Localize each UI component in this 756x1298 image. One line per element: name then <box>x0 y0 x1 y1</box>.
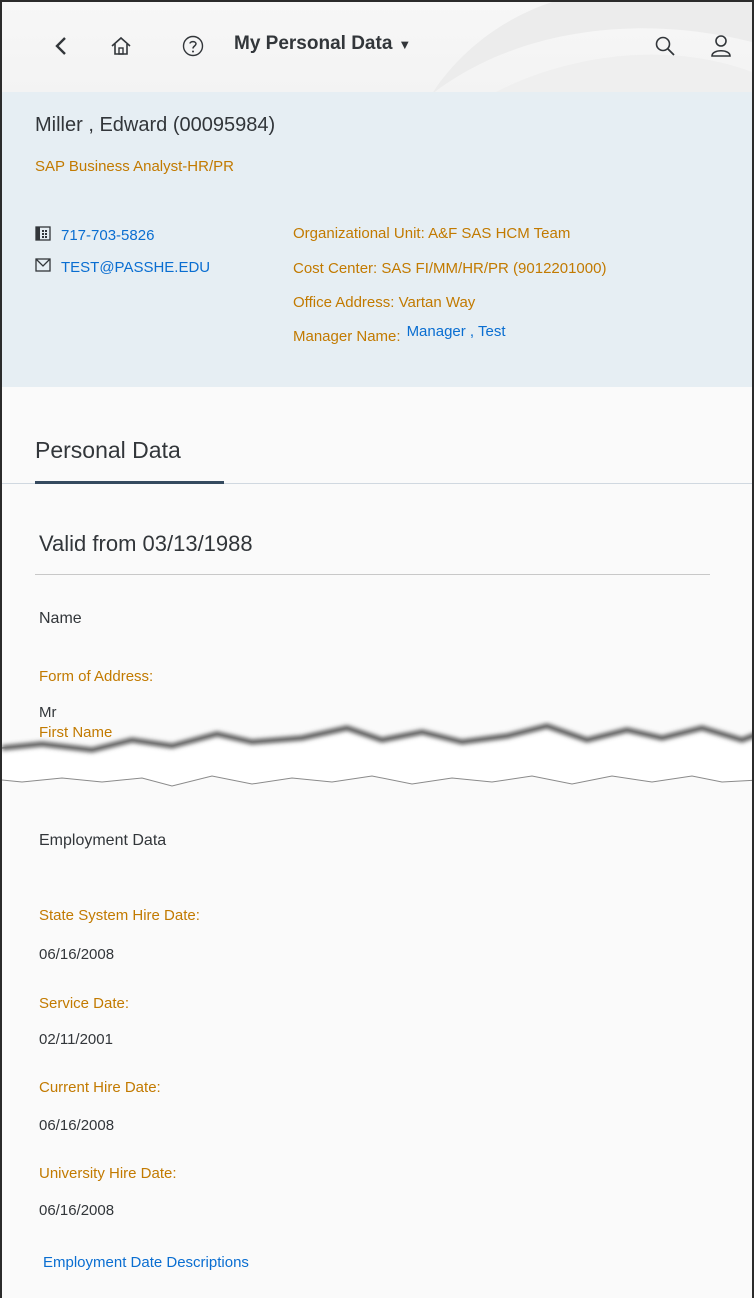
manager-row: Manager Name: Manager , Test <box>293 323 506 345</box>
state-hire-date-label: State System Hire Date: <box>39 907 200 924</box>
help-button[interactable] <box>178 28 208 64</box>
manager-link[interactable]: Manager , Test <box>407 323 506 340</box>
state-hire-date-value: 06/16/2008 <box>39 946 115 963</box>
search-icon <box>655 36 675 56</box>
employment-group-title: Employment Data <box>39 832 167 849</box>
org-unit: Organizational Unit: A&F SAS HCM Team <box>293 225 571 242</box>
manager-label: Manager Name: <box>293 328 401 345</box>
home-button[interactable] <box>106 28 136 64</box>
university-hire-date-value: 06/16/2008 <box>39 1202 115 1219</box>
university-hire-date-label: University Hire Date: <box>39 1165 177 1182</box>
service-date-label: Service Date: <box>39 995 130 1012</box>
employee-name: Miller , Edward (00095984) <box>35 114 276 136</box>
phone-link[interactable]: 717-703-5826 <box>61 227 154 244</box>
form-of-address-label: Form of Address: <box>39 668 154 685</box>
email-link[interactable]: TEST@PASSHE.EDU <box>61 259 210 276</box>
torn-edge-divider <box>2 723 752 787</box>
phone-icon <box>35 225 53 245</box>
service-date-value: 02/11/2001 <box>39 1031 113 1048</box>
app-title: My Personal Data <box>234 33 393 54</box>
employee-header: Miller , Edward (00095984) SAP Business … <box>2 92 752 387</box>
form-of-address-value: Mr <box>39 704 57 721</box>
office-address: Office Address: Vartan Way <box>293 294 476 311</box>
user-icon <box>711 35 731 57</box>
caret-down-icon: ▼ <box>398 36 412 52</box>
search-button[interactable] <box>650 28 680 64</box>
name-group-title: Name <box>39 610 82 627</box>
app-frame: My Personal Data ▼ Miller , Edward (0009… <box>0 0 754 1298</box>
email-row[interactable]: TEST@PASSHE.EDU <box>35 258 210 276</box>
subsection-title: Valid from 03/13/1988 <box>39 531 253 556</box>
subsection-divider <box>35 574 710 575</box>
phone-row[interactable]: 717-703-5826 <box>35 225 154 245</box>
cost-center: Cost Center: SAS FI/MM/HR/PR (9012201000… <box>293 260 607 277</box>
current-hire-date-label: Current Hire Date: <box>39 1079 161 1096</box>
shell-decoration <box>432 2 752 94</box>
back-button[interactable] <box>46 28 76 64</box>
current-hire-date-value: 06/16/2008 <box>39 1117 115 1134</box>
user-button[interactable] <box>706 28 736 64</box>
app-title-menu[interactable]: My Personal Data ▼ <box>234 33 411 55</box>
help-icon <box>182 35 204 57</box>
employment-date-descriptions-link[interactable]: Employment Date Descriptions <box>43 1254 249 1271</box>
employment-section: Employment Data State System Hire Date: … <box>2 760 752 1298</box>
home-icon <box>111 36 131 55</box>
chevron-left-icon <box>55 37 66 55</box>
tab-personal-data[interactable]: Personal Data <box>35 437 181 464</box>
email-icon <box>35 258 53 276</box>
shell-bar: My Personal Data ▼ <box>2 0 752 94</box>
tab-selected-indicator <box>35 481 224 484</box>
employee-job-title: SAP Business Analyst-HR/PR <box>35 158 234 175</box>
